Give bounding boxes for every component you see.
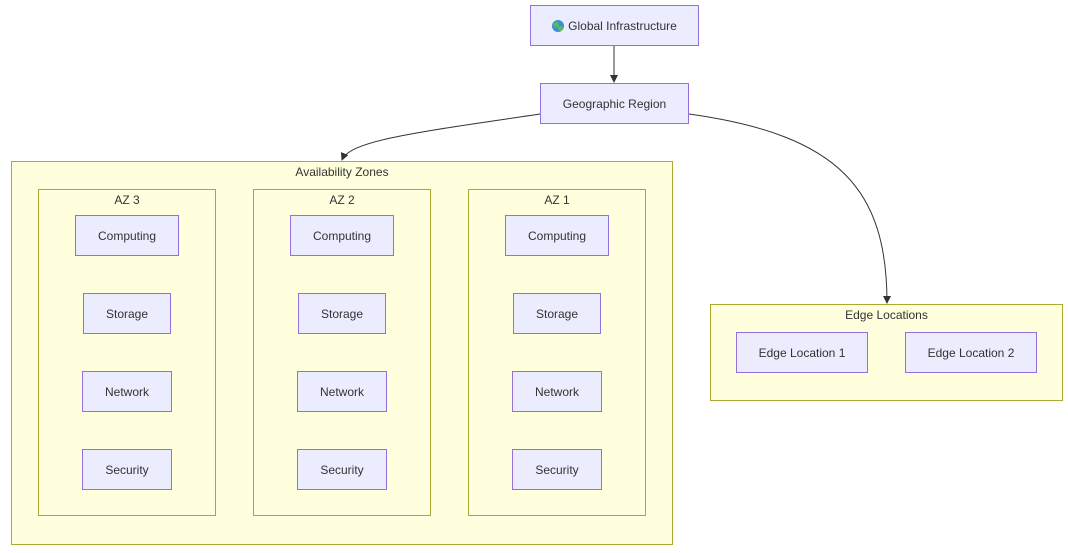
network-node[interactable]: Network bbox=[297, 371, 387, 412]
edge-location-node[interactable]: Edge Location 1 bbox=[736, 332, 868, 373]
node-label: Security bbox=[320, 462, 364, 477]
edge-arrow bbox=[688, 113, 891, 304]
geographic-region-node[interactable]: Geographic Region bbox=[540, 83, 689, 124]
node-label: Storage bbox=[105, 306, 149, 321]
computing-node[interactable]: Computing bbox=[75, 215, 179, 256]
edge-location-node[interactable]: Edge Location 2 bbox=[905, 332, 1037, 373]
global-infrastructure-node[interactable]: Global Infrastructure bbox=[530, 5, 699, 46]
node-label: Storage bbox=[320, 306, 364, 321]
security-node[interactable]: Security bbox=[512, 449, 602, 490]
globe-icon bbox=[552, 19, 565, 32]
network-node[interactable]: Network bbox=[82, 371, 172, 412]
security-node[interactable]: Security bbox=[297, 449, 387, 490]
security-node[interactable]: Security bbox=[82, 449, 172, 490]
storage-node[interactable]: Storage bbox=[513, 293, 601, 334]
node-label: Geographic Region bbox=[562, 96, 667, 111]
edge-arrow bbox=[340, 113, 541, 161]
node-label: Network bbox=[104, 384, 149, 399]
node-label: Network bbox=[534, 384, 579, 399]
node-label: Edge Location 1 bbox=[758, 345, 846, 360]
node-label: Computing bbox=[97, 228, 157, 243]
storage-node[interactable]: Storage bbox=[298, 293, 386, 334]
cluster-title: Edge Locations bbox=[845, 308, 928, 322]
node-label: Security bbox=[535, 462, 579, 477]
node-label: Network bbox=[319, 384, 364, 399]
computing-node[interactable]: Computing bbox=[290, 215, 394, 256]
cluster-title: Availability Zones bbox=[295, 165, 389, 179]
node-label: Computing bbox=[527, 228, 587, 243]
node-label: Global Infrastructure bbox=[568, 18, 677, 33]
cluster-title: AZ 1 bbox=[544, 193, 570, 207]
node-label: Storage bbox=[535, 306, 579, 321]
computing-node[interactable]: Computing bbox=[505, 215, 609, 256]
cluster-title: AZ 3 bbox=[114, 193, 140, 207]
node-label: Edge Location 2 bbox=[927, 345, 1015, 360]
network-node[interactable]: Network bbox=[512, 371, 602, 412]
node-label: Computing bbox=[312, 228, 372, 243]
node-label: Security bbox=[105, 462, 149, 477]
cluster-title: AZ 2 bbox=[329, 193, 355, 207]
storage-node[interactable]: Storage bbox=[83, 293, 171, 334]
